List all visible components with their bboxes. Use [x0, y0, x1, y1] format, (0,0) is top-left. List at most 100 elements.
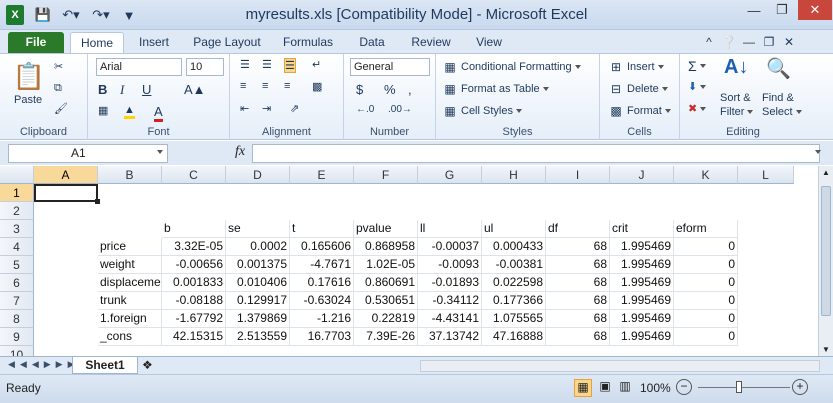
paste-button[interactable]: Paste	[14, 94, 42, 106]
scroll-down-icon[interactable]: ▼	[822, 345, 830, 354]
sort-filter-label-2[interactable]: Filter	[720, 106, 754, 118]
value-cell[interactable]: 1.995469	[610, 292, 674, 310]
value-cell[interactable]: 0.177366	[482, 292, 546, 310]
value-cell[interactable]: 0.22819	[354, 310, 418, 328]
value-cell[interactable]: 7.39E-26	[354, 328, 418, 346]
value-cell[interactable]: 0.129917	[226, 292, 290, 310]
value-cell[interactable]: 0.001833	[162, 274, 226, 292]
worksheet-grid[interactable]: ABCDEFGHIJKL 1 2 3 4 5 6 7 8 9 10 b se t pvalue ll ul d…	[0, 166, 818, 356]
new-sheet-icon[interactable]: ❖	[142, 358, 153, 372]
column-header-c[interactable]: C	[162, 166, 226, 184]
insert-function-icon[interactable]: fx	[230, 144, 250, 163]
tab-review[interactable]: Review	[402, 32, 460, 54]
underline-button[interactable]: U	[142, 82, 151, 97]
orientation-icon[interactable]: ⇗	[290, 102, 299, 115]
value-cell[interactable]: 0.165606	[290, 238, 354, 256]
font-name-combo[interactable]: Arial	[96, 58, 182, 76]
value-cell[interactable]: 37.13742	[418, 328, 482, 346]
doc-minimize-icon[interactable]: —	[740, 32, 758, 54]
value-cell[interactable]: 0	[674, 238, 738, 256]
header-cell-f[interactable]: pvalue	[354, 220, 418, 238]
column-header-i[interactable]: I	[546, 166, 610, 184]
align-bottom-icon[interactable]: ☰	[284, 58, 296, 73]
value-cell[interactable]: 68	[546, 328, 610, 346]
format-cells-button[interactable]: ▩ Format	[608, 103, 671, 119]
normal-view-icon[interactable]: ▦	[574, 379, 592, 397]
value-cell[interactable]: 16.7703	[290, 328, 354, 346]
zoom-out-icon[interactable]: −	[676, 379, 692, 395]
column-header-g[interactable]: G	[418, 166, 482, 184]
value-cell[interactable]: -0.63024	[290, 292, 354, 310]
value-cell[interactable]: 68	[546, 238, 610, 256]
format-as-table-button[interactable]: ▦ Format as Table	[442, 81, 549, 97]
value-cell[interactable]: 1.995469	[610, 328, 674, 346]
value-cell[interactable]: -4.43141	[418, 310, 482, 328]
formula-input[interactable]	[252, 144, 820, 163]
cell-styles-button[interactable]: ▦ Cell Styles	[442, 103, 522, 119]
header-cell-g[interactable]: ll	[418, 220, 482, 238]
row-label-cell[interactable]: 1.foreign	[98, 310, 162, 328]
scroll-up-icon[interactable]: ▲	[822, 168, 830, 177]
insert-cells-button[interactable]: ⊞ Insert	[608, 59, 664, 75]
grow-font-icon[interactable]: A▲	[184, 82, 206, 97]
active-cell-a1[interactable]	[34, 184, 100, 204]
fill-color-icon[interactable]: ▲	[124, 104, 135, 119]
value-cell[interactable]: 0	[674, 274, 738, 292]
fill-icon[interactable]: ⬇	[688, 80, 707, 93]
row-header-3[interactable]: 3	[0, 220, 34, 238]
row-header-2[interactable]: 2	[0, 202, 34, 220]
help-icon[interactable]: ❔	[720, 32, 738, 54]
header-cell-i[interactable]: df	[546, 220, 610, 238]
row-label-cell[interactable]: weight	[98, 256, 162, 274]
page-break-view-icon[interactable]: ▥	[616, 379, 634, 397]
italic-button[interactable]: I	[120, 82, 124, 98]
conditional-formatting-button[interactable]: ▦ Conditional Formatting	[442, 59, 581, 75]
copy-icon[interactable]: ⧉	[54, 82, 62, 95]
align-left-icon[interactable]: ≡	[240, 80, 246, 92]
header-cell-h[interactable]: ul	[482, 220, 546, 238]
vertical-scrollbar[interactable]: ▲ ▼	[818, 166, 833, 356]
row-label-cell[interactable]: _cons	[98, 328, 162, 346]
row-header-4[interactable]: 4	[0, 238, 34, 256]
value-cell[interactable]: 0	[674, 292, 738, 310]
tab-formulas[interactable]: Formulas	[274, 32, 342, 54]
header-cell-e[interactable]: t	[290, 220, 354, 238]
row-label-cell[interactable]: trunk	[98, 292, 162, 310]
column-header-b[interactable]: B	[98, 166, 162, 184]
value-cell[interactable]: -0.00037	[418, 238, 482, 256]
value-cell[interactable]: 1.995469	[610, 274, 674, 292]
format-painter-icon[interactable]: 🖌	[54, 102, 68, 115]
value-cell[interactable]: -4.7671	[290, 256, 354, 274]
header-cell-j[interactable]: crit	[610, 220, 674, 238]
column-header-a[interactable]: A	[34, 166, 98, 184]
value-cell[interactable]: 0.010406	[226, 274, 290, 292]
tab-insert[interactable]: Insert	[128, 32, 180, 54]
column-header-e[interactable]: E	[290, 166, 354, 184]
value-cell[interactable]: -0.00381	[482, 256, 546, 274]
value-cell[interactable]: -0.08188	[162, 292, 226, 310]
delete-cells-button[interactable]: ⊟ Delete	[608, 81, 668, 97]
tab-data[interactable]: Data	[348, 32, 396, 54]
tab-view[interactable]: View	[466, 32, 512, 54]
header-cell-k[interactable]: eform	[674, 220, 738, 238]
page-layout-view-icon[interactable]: ▣	[596, 379, 614, 397]
value-cell[interactable]: 1.995469	[610, 256, 674, 274]
row-header-7[interactable]: 7	[0, 292, 34, 310]
ribbon-minimize-icon[interactable]: ^	[700, 32, 718, 54]
value-cell[interactable]: 0.022598	[482, 274, 546, 292]
font-size-combo[interactable]: 10	[186, 58, 224, 76]
decrease-indent-icon[interactable]: ⇤	[240, 102, 249, 115]
align-right-icon[interactable]: ≡	[284, 80, 290, 92]
value-cell[interactable]: 0.000433	[482, 238, 546, 256]
value-cell[interactable]: 68	[546, 310, 610, 328]
row-header-9[interactable]: 9	[0, 328, 34, 346]
scroll-thumb[interactable]	[821, 186, 831, 316]
header-cell-c[interactable]: b	[162, 220, 226, 238]
doc-close-icon[interactable]: ✕	[780, 32, 798, 54]
restore-icon[interactable]: ❐	[768, 0, 796, 20]
doc-restore-icon[interactable]: ❐	[760, 32, 778, 54]
number-format-combo[interactable]: General	[350, 58, 430, 76]
horizontal-scrollbar[interactable]	[420, 360, 820, 372]
font-color-icon[interactable]: A	[154, 104, 163, 122]
row-label-cell[interactable]: displaceme	[98, 274, 162, 292]
